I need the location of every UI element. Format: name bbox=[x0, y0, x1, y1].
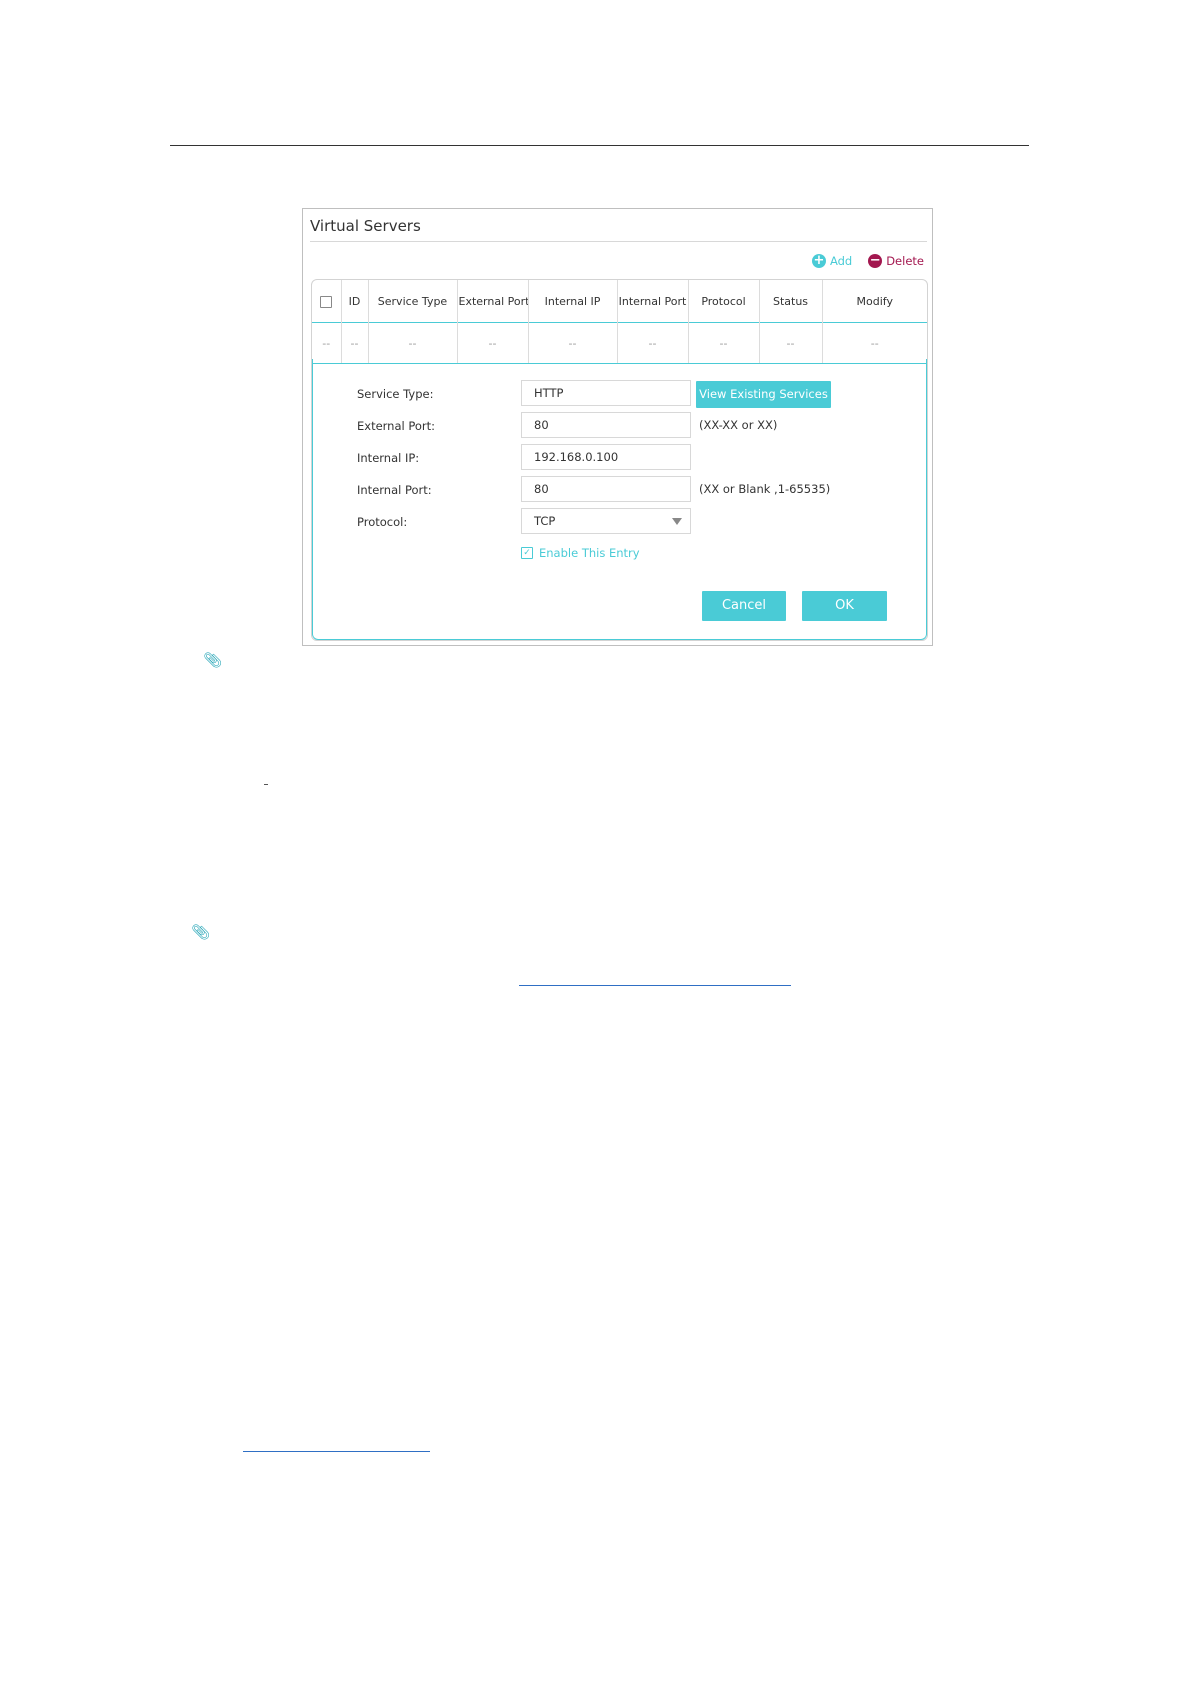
table-header-row: ID Service Type External Port Internal I… bbox=[312, 280, 927, 323]
enable-entry-row[interactable]: ✓ Enable This Entry bbox=[521, 546, 640, 560]
view-existing-services-button[interactable]: View Existing Services bbox=[696, 381, 831, 408]
service-type-label: Service Type: bbox=[357, 387, 434, 401]
internal-ip-label: Internal IP: bbox=[357, 451, 420, 465]
page-header-rule bbox=[170, 145, 1029, 146]
delete-button[interactable]: − Delete bbox=[868, 254, 924, 268]
panel-title: Virtual Servers bbox=[310, 213, 927, 242]
external-port-input[interactable]: 80 bbox=[521, 412, 691, 438]
select-all-cell bbox=[312, 280, 342, 323]
column-header-modify: Modify bbox=[856, 294, 893, 308]
table-cell: -- bbox=[822, 322, 927, 364]
column-header-id: ID bbox=[341, 280, 369, 323]
column-header-service-type: Service Type bbox=[368, 280, 458, 323]
service-type-input[interactable]: HTTP bbox=[521, 380, 691, 406]
column-header-protocol: Protocol bbox=[688, 280, 760, 323]
add-button[interactable]: + Add bbox=[811, 253, 853, 268]
enable-entry-label: Enable This Entry bbox=[539, 546, 640, 560]
edit-entry-form: Service Type: HTTP View Existing Service… bbox=[312, 359, 927, 640]
table-row: -- -- -- -- -- -- -- -- -- bbox=[312, 322, 927, 364]
protocol-select[interactable]: TCP bbox=[521, 508, 691, 534]
internal-port-label: Internal Port: bbox=[357, 483, 432, 497]
virtual-servers-table: ID Service Type External Port Internal I… bbox=[311, 279, 928, 641]
add-label: Add bbox=[829, 254, 853, 268]
paperclip-icon: 📎︎ bbox=[191, 923, 211, 941]
protocol-selected-value: TCP bbox=[534, 514, 556, 528]
select-all-checkbox[interactable] bbox=[320, 295, 333, 308]
plus-circle-icon: + bbox=[811, 253, 826, 268]
virtual-servers-panel: Virtual Servers + Add − Delete ID Servic… bbox=[302, 208, 933, 646]
hyperlink-underline[interactable] bbox=[243, 1451, 430, 1452]
enable-entry-checkbox[interactable]: ✓ bbox=[521, 547, 533, 559]
internal-port-hint: (XX or Blank ,1-65535) bbox=[699, 482, 831, 496]
external-port-label: External Port: bbox=[357, 419, 436, 433]
ok-button[interactable]: OK bbox=[802, 591, 887, 621]
external-port-hint: (XX-XX or XX) bbox=[699, 418, 778, 432]
column-header-status: Status bbox=[759, 280, 823, 323]
column-header-internal-port: Internal Port bbox=[617, 280, 689, 323]
hyperlink-underline[interactable] bbox=[519, 985, 791, 986]
column-header-external-port: External Port bbox=[457, 280, 529, 323]
table-toolbar: + Add − Delete bbox=[811, 253, 924, 269]
delete-label: Delete bbox=[886, 254, 924, 268]
table-cell: -- bbox=[617, 322, 689, 364]
list-dash-mark bbox=[264, 784, 268, 785]
chevron-down-icon bbox=[672, 518, 682, 525]
protocol-label: Protocol: bbox=[357, 515, 408, 529]
table-cell: -- bbox=[528, 322, 618, 364]
table-cell: -- bbox=[688, 322, 760, 364]
table-cell: -- bbox=[312, 322, 342, 364]
paperclip-icon: 📎︎ bbox=[203, 651, 223, 669]
internal-ip-input[interactable]: 192.168.0.100 bbox=[521, 444, 691, 470]
table-cell: -- bbox=[368, 322, 458, 364]
minus-circle-icon: − bbox=[868, 253, 883, 268]
column-header-internal-ip: Internal IP bbox=[528, 280, 618, 323]
cancel-button[interactable]: Cancel bbox=[702, 591, 786, 621]
table-cell: -- bbox=[341, 322, 369, 364]
internal-port-input[interactable]: 80 bbox=[521, 476, 691, 502]
table-cell: -- bbox=[759, 322, 823, 364]
table-cell: -- bbox=[457, 322, 529, 364]
